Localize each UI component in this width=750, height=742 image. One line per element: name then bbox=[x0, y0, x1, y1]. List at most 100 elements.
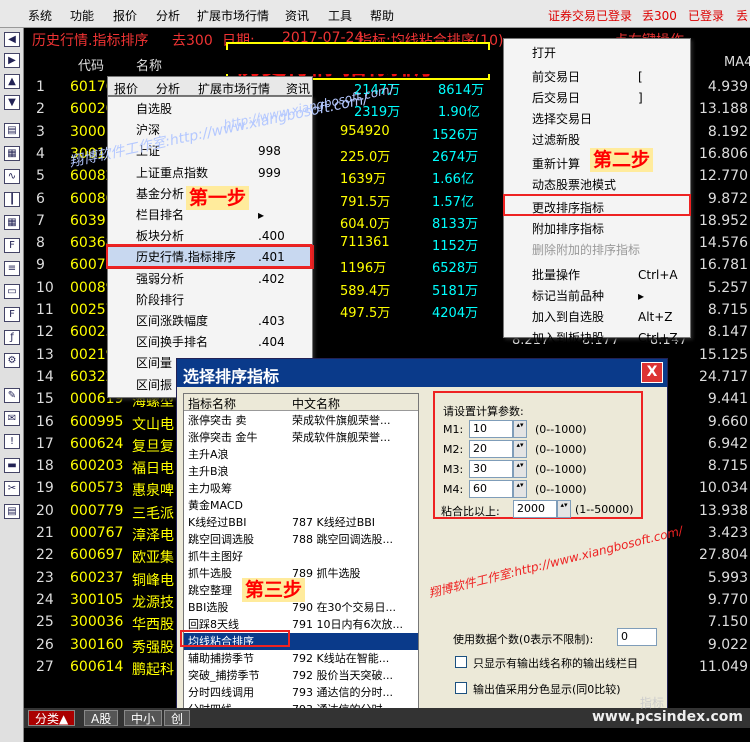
m2-input[interactable]: 20 bbox=[469, 440, 513, 458]
m3-spinner[interactable]: ▴▾ bbox=[513, 460, 527, 478]
menu2-item[interactable]: 加入到自选股 Alt+Z bbox=[504, 307, 690, 327]
indicator-row[interactable]: 主升B浪 bbox=[184, 463, 418, 480]
row-number: 14 bbox=[36, 368, 54, 385]
back-arrow-icon[interactable]: ◀ bbox=[4, 32, 20, 47]
m4-spinner[interactable]: ▴▾ bbox=[513, 480, 527, 498]
row-ma4: 13.938 bbox=[699, 502, 748, 519]
formula-icon[interactable]: ƒ bbox=[4, 330, 20, 345]
row-number: 3 bbox=[36, 123, 45, 140]
chk-color[interactable] bbox=[455, 682, 467, 694]
menu2-item[interactable]: 标记当前品种 ▸ bbox=[504, 286, 690, 306]
cell-c4: 1.66亿 bbox=[432, 172, 474, 188]
indicator-row[interactable]: 涨停突击 金牛 荣成软件旗舰荣誉... bbox=[184, 429, 418, 446]
menu-quote[interactable]: 报价 bbox=[113, 7, 137, 24]
menu1-item[interactable]: 区间换手排名 .404 bbox=[108, 332, 312, 352]
down-arrow-icon[interactable]: ▼ bbox=[4, 95, 20, 110]
menu-tools[interactable]: 工具 bbox=[328, 7, 352, 24]
candle-icon[interactable]: ┃ bbox=[4, 192, 20, 207]
col-name[interactable]: 名称 bbox=[136, 55, 162, 74]
menu-system[interactable]: 系统 bbox=[28, 7, 52, 24]
menu1-bar-quote[interactable]: 报价 bbox=[114, 80, 138, 97]
indicator-row[interactable]: 主升A浪 bbox=[184, 446, 418, 463]
m1-range: (0--1000) bbox=[535, 423, 587, 436]
menu2-item[interactable]: 动态股票池模式 bbox=[504, 175, 690, 195]
m2-spinner[interactable]: ▴▾ bbox=[513, 440, 527, 458]
list-icon[interactable]: ≡ bbox=[4, 261, 20, 276]
menu2-item[interactable]: 选择交易日 bbox=[504, 109, 690, 129]
menu1-item[interactable]: 上证重点指数 999 bbox=[108, 163, 312, 183]
m3-input[interactable]: 30 bbox=[469, 460, 513, 478]
row-number: 6 bbox=[36, 190, 45, 207]
row-number: 23 bbox=[36, 569, 54, 586]
table-icon[interactable]: ▦ bbox=[4, 146, 20, 161]
tool-icon[interactable]: ✂ bbox=[4, 481, 20, 496]
indicator-row[interactable]: 跳空回调选股 788 跳空回调选股... bbox=[184, 531, 418, 548]
line-chart-icon[interactable]: ∿ bbox=[4, 169, 20, 184]
menu2-item[interactable]: 过滤新股 bbox=[504, 130, 690, 150]
alert-icon[interactable]: ! bbox=[4, 434, 20, 449]
tab-sme[interactable]: 中小 bbox=[124, 710, 163, 726]
indicator-row[interactable]: 辅助捕捞季节 792 K线站在智能... bbox=[184, 650, 418, 667]
menu2-item[interactable]: 批量操作 Ctrl+A bbox=[504, 265, 690, 285]
up-arrow-icon[interactable]: ▲ bbox=[4, 74, 20, 89]
chk-only-named[interactable] bbox=[455, 656, 467, 668]
menu1-item[interactable]: 阶段排行 bbox=[108, 290, 312, 310]
menu2-item[interactable]: 删除附加的排序指标 bbox=[504, 240, 690, 260]
menu1-item[interactable]: 强弱分析 .402 bbox=[108, 269, 312, 289]
menu2-item[interactable]: 加入到板块股 Ctrl+Z bbox=[504, 328, 690, 348]
indicator-row[interactable]: 黄金MACD bbox=[184, 497, 418, 514]
use-count-input[interactable]: 0 bbox=[617, 628, 657, 646]
tab-category[interactable]: 分类▲ bbox=[28, 710, 76, 726]
tab-gem[interactable]: 创 bbox=[164, 710, 191, 726]
cell-c3: 791.5万 bbox=[340, 194, 391, 210]
menu-help[interactable]: 帮助 bbox=[370, 7, 394, 24]
mail-icon[interactable]: ✉ bbox=[4, 411, 20, 426]
over-spinner[interactable]: ▴▾ bbox=[557, 500, 571, 518]
indicator-row[interactable]: 抓牛主图好 bbox=[184, 548, 418, 565]
dialog-close-icon[interactable]: X bbox=[641, 362, 663, 383]
col-code[interactable]: 代码 bbox=[78, 55, 104, 74]
menu-function[interactable]: 功能 bbox=[70, 7, 94, 24]
indicator-row[interactable]: K线经过BBI 787 K线经过BBI bbox=[184, 514, 418, 531]
cell-c3: 954920 bbox=[340, 123, 390, 139]
menu2-item[interactable]: 打开 bbox=[504, 43, 690, 63]
menu2-item-label: 前交易日 bbox=[532, 70, 581, 84]
indicator-row[interactable]: 突破_捕捞季节 792 股价当天突破... bbox=[184, 667, 418, 684]
over-input[interactable]: 2000 bbox=[513, 500, 557, 518]
menu2-item[interactable]: 附加排序指标 bbox=[504, 219, 690, 239]
f2-icon[interactable]: F bbox=[4, 307, 20, 322]
edit-icon[interactable]: ✎ bbox=[4, 388, 20, 403]
indicator-list[interactable]: 指标名称 中文名称 涨停突击 卖荣成软件旗舰荣誉... 涨停突击 金牛 荣成软件旗舰… bbox=[183, 393, 419, 729]
indicator-row[interactable]: 涨停突击 卖 荣成软件旗舰荣誉... bbox=[184, 412, 418, 429]
menu1-item[interactable]: 区间涨跌幅度 .403 bbox=[108, 311, 312, 331]
settings-icon[interactable]: ⚙ bbox=[4, 353, 20, 368]
list-col-cnname[interactable]: 中文名称 bbox=[292, 395, 340, 412]
forward-arrow-icon[interactable]: ▶ bbox=[4, 53, 20, 68]
note-icon[interactable]: ▤ bbox=[4, 504, 20, 519]
list-col-name[interactable]: 指标名称 bbox=[188, 395, 236, 412]
page-icon[interactable]: ▭ bbox=[4, 284, 20, 299]
menu2-item[interactable]: 前交易日 [ bbox=[504, 67, 690, 87]
m1-spinner[interactable]: ▴▾ bbox=[513, 420, 527, 438]
indicator-row[interactable]: 主力吸筹 bbox=[184, 480, 418, 497]
grid-icon[interactable]: ▦ bbox=[4, 215, 20, 230]
folder-icon[interactable]: ▬ bbox=[4, 458, 20, 473]
menu1-bar-news[interactable]: 资讯 bbox=[286, 80, 310, 97]
tab-a-shares[interactable]: A股 bbox=[84, 710, 119, 726]
menu-extended[interactable]: 扩展市场行情 bbox=[197, 7, 269, 24]
menu-analysis[interactable]: 分析 bbox=[156, 7, 180, 24]
indicator-name: 抓牛选股 bbox=[188, 567, 232, 580]
col-ma4[interactable]: MA4 bbox=[724, 55, 750, 70]
m4-input[interactable]: 60 bbox=[469, 480, 513, 498]
menu1-bar-analysis[interactable]: 分析 bbox=[156, 80, 180, 97]
menu2-item[interactable]: 后交易日] bbox=[504, 88, 690, 108]
menu-news[interactable]: 资讯 bbox=[285, 7, 309, 24]
m1-input[interactable]: 10 bbox=[469, 420, 513, 438]
chart-icon[interactable]: ▤ bbox=[4, 123, 20, 138]
indicator-row[interactable]: 分时四线调用 793 通达信的分时... bbox=[184, 684, 418, 701]
f10-icon[interactable]: F bbox=[4, 238, 20, 253]
row-code: 600697 bbox=[70, 547, 124, 564]
row-ma4: 7.150 bbox=[707, 614, 748, 631]
menu1-bar-extended[interactable]: 扩展市场行情 bbox=[198, 80, 270, 97]
row-name: 龙源技 bbox=[132, 594, 174, 611]
